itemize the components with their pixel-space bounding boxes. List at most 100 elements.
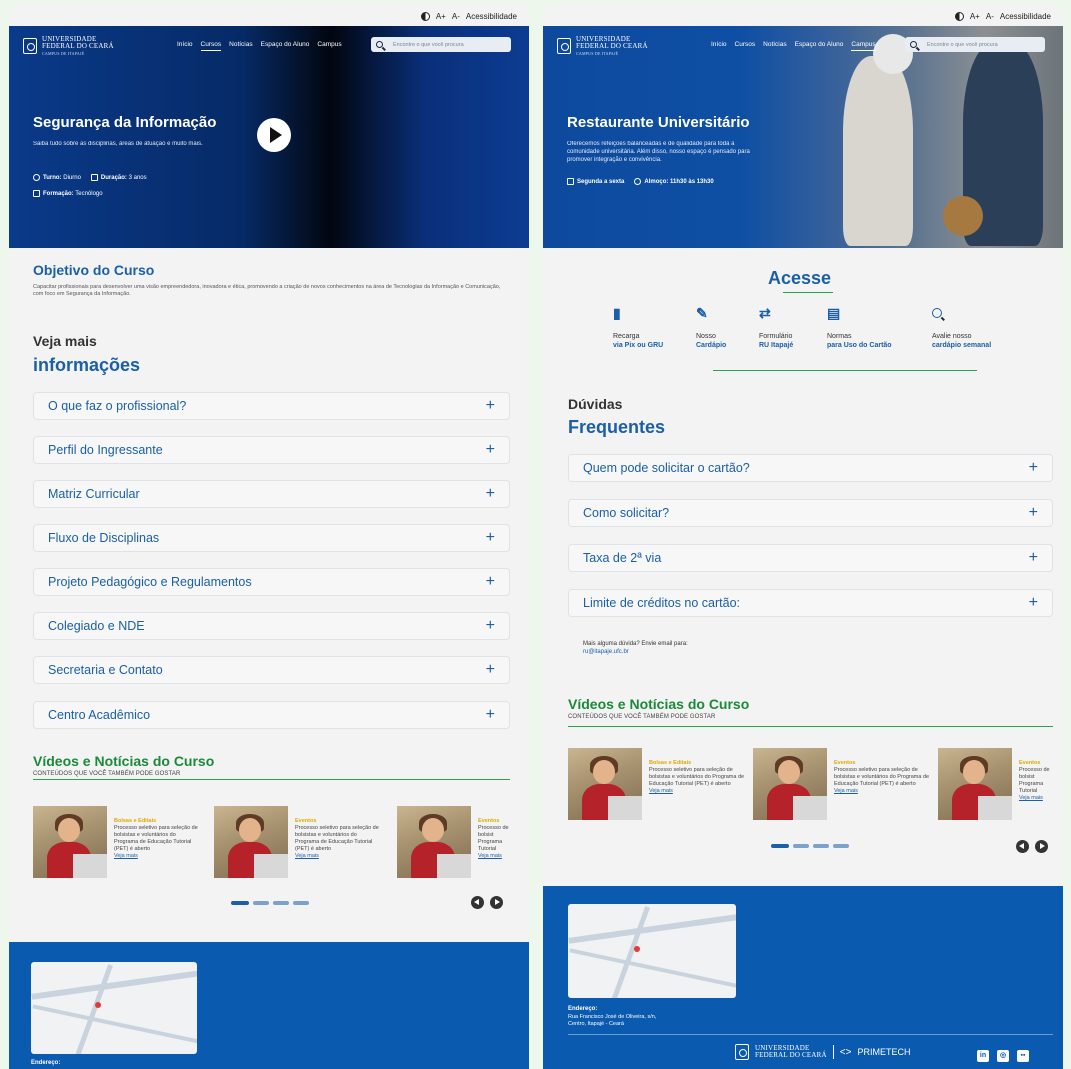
quick-link-normas[interactable]: Normas para Uso do Cartão [827, 332, 892, 350]
card-link[interactable]: Veja mais [478, 853, 518, 860]
play-video-button[interactable] [257, 118, 291, 152]
quick-link-recarga[interactable]: Recarga via Pix ou GRU [613, 332, 663, 350]
accordion-perfil[interactable]: Perfil do Ingressante + [33, 436, 510, 464]
nav-cursos[interactable]: Cursos [200, 41, 222, 51]
main-nav: UNIVERSIDADE FEDERAL DO CEARÁ CAMPUS DE … [9, 34, 529, 58]
card-text: Processo seletivo para seleção de bolsis… [834, 767, 930, 787]
contrast-icon[interactable] [420, 11, 430, 21]
contrast-icon[interactable] [954, 11, 964, 21]
edit-icon[interactable]: ✎ [696, 306, 710, 320]
nav-menu: Início Cursos Notícias Espaço do Aluno C… [711, 41, 876, 51]
accordion-como-solicitar[interactable]: Como solicitar? + [568, 499, 1053, 527]
logo-sub: CAMPUS DE ITAPAJÉ [576, 50, 619, 56]
card-link[interactable]: Veja mais [295, 853, 380, 860]
carousel-dot[interactable] [813, 844, 829, 848]
accordion-matriz[interactable]: Matriz Curricular + [33, 480, 510, 508]
quick-link-avalie[interactable]: Avalie nosso cardápio semanal [932, 332, 991, 350]
ufc-logo[interactable]: UNIVERSIDADE FEDERAL DO CEARÁ CAMPUS DE … [23, 35, 143, 57]
carousel-arrows [471, 896, 503, 909]
nav-noticias[interactable]: Notícias [763, 41, 786, 51]
nav-noticias[interactable]: Notícias [229, 41, 252, 51]
ufc-logo[interactable]: UNIVERSIDADE FEDERAL DO CEARÁ CAMPUS DE … [557, 35, 677, 57]
news-card[interactable]: Eventos Processo seletivo para seleção de… [214, 806, 380, 878]
plus-icon: + [485, 706, 495, 723]
accordion-quem-pode[interactable]: Quem pode solicitar o cartão? + [568, 454, 1053, 482]
card-link[interactable]: Veja mais [114, 853, 199, 860]
flickr-icon[interactable]: ▪▪ [1017, 1050, 1029, 1062]
nav-campus[interactable]: Campus [851, 41, 876, 51]
next-arrow-icon[interactable] [1035, 840, 1048, 853]
carousel-dots [771, 844, 849, 848]
main-nav: UNIVERSIDADE FEDERAL DO CEARÁ CAMPUS DE … [543, 34, 1063, 58]
font-decrease-button[interactable]: A- [986, 12, 994, 21]
nav-campus[interactable]: Campus [317, 41, 341, 51]
plus-icon: + [485, 397, 495, 414]
map-pin-icon [634, 946, 640, 952]
acesse-title: Acesse [768, 268, 832, 288]
card-text: Processo de bolsist Programa Tutorial [478, 825, 509, 852]
veja-mais-label: Veja mais [33, 333, 97, 349]
prev-arrow-icon[interactable] [471, 896, 484, 909]
carousel-dot[interactable] [273, 901, 289, 905]
carousel-dot[interactable] [253, 901, 269, 905]
news-subtitle: CONTEÚDOS QUE VOCÊ TAMBÉM PODE GOSTAR [33, 771, 181, 777]
book-reader-icon[interactable]: ▮ [613, 306, 627, 320]
carousel-dot[interactable] [231, 901, 249, 905]
plus-icon: + [1028, 504, 1038, 521]
map-embed[interactable] [568, 904, 736, 998]
search-input[interactable]: Encontre o que você procura [905, 37, 1045, 52]
ufc-crest-icon [23, 38, 37, 54]
accordion-taxa-2via[interactable]: Taxa de 2ª via + [568, 544, 1053, 572]
frequentes-title: Frequentes [568, 417, 666, 437]
accordion-profissional[interactable]: O que faz o profissional? + [33, 392, 510, 420]
plus-icon: + [485, 617, 495, 634]
nav-cursos[interactable]: Cursos [735, 41, 756, 51]
font-increase-button[interactable]: A+ [436, 12, 446, 21]
news-card[interactable]: Eventos Processo de bolsist Programa Tuto… [938, 748, 1059, 820]
quick-link-formulario[interactable]: Formulário RU Itapajé [759, 332, 793, 350]
instagram-icon[interactable]: ◎ [997, 1050, 1009, 1062]
font-decrease-button[interactable]: A- [452, 12, 460, 21]
quick-link-cardapio[interactable]: Nosso Cardápio [696, 332, 726, 350]
news-card[interactable]: Bolsas e Editais Processo seletivo para s… [568, 748, 747, 820]
font-increase-button[interactable]: A+ [970, 12, 980, 21]
news-card[interactable]: Bolsas e Editais Processo seletivo para s… [33, 806, 199, 878]
linkedin-icon[interactable]: in [977, 1050, 989, 1062]
accordion-fluxo[interactable]: Fluxo de Disciplinas + [33, 524, 510, 552]
carousel-dot[interactable] [293, 901, 309, 905]
search-icon[interactable] [932, 306, 946, 320]
guidelines-icon[interactable]: ▤ [827, 306, 841, 320]
prev-arrow-icon[interactable] [1016, 840, 1029, 853]
nav-espaco-aluno[interactable]: Espaço do Aluno [261, 41, 310, 51]
accessibility-link[interactable]: Acessibilidade [1000, 12, 1051, 21]
carousel-dot[interactable] [833, 844, 849, 848]
news-card[interactable]: Eventos Processo seletivo para seleção de… [753, 748, 932, 820]
card-link[interactable]: Veja mais [649, 788, 747, 795]
social-links: in ◎ ▪▪ [977, 1050, 1029, 1062]
card-text: Processo seletivo para seleção de bolsis… [114, 825, 198, 852]
accordion-centro-academico[interactable]: Centro Acadêmico + [33, 701, 510, 729]
card-link[interactable]: Veja mais [1019, 795, 1059, 802]
carousel-dot[interactable] [771, 844, 789, 848]
accordion-projeto[interactable]: Projeto Pedagógico e Regulamentos + [33, 568, 510, 596]
card-link[interactable]: Veja mais [834, 788, 932, 795]
carousel-dot[interactable] [793, 844, 809, 848]
accessibility-link[interactable]: Acessibilidade [466, 12, 517, 21]
accordion-colegiado[interactable]: Colegiado e NDE + [33, 612, 510, 640]
accessibility-bar: A+ A- Acessibilidade [9, 6, 529, 26]
plus-icon: + [485, 661, 495, 678]
map-embed[interactable] [31, 962, 197, 1054]
accordion-limite-creditos[interactable]: Limite de créditos no cartão: + [568, 589, 1053, 617]
swap-arrows-icon[interactable]: ⇄ [759, 306, 773, 320]
accordion-secretaria[interactable]: Secretaria e Contato + [33, 656, 510, 684]
nav-inicio[interactable]: Início [177, 41, 193, 51]
nav-inicio[interactable]: Início [711, 41, 727, 51]
nav-espaco-aluno[interactable]: Espaço do Aluno [795, 41, 844, 51]
acesse-divider [713, 370, 977, 371]
nav-menu: Início Cursos Notícias Espaço do Aluno C… [177, 41, 342, 51]
news-card[interactable]: Eventos Processo de bolsist Programa Tuto… [397, 806, 518, 878]
search-input[interactable]: Encontre o que você procura [371, 37, 511, 52]
news-divider [33, 779, 510, 780]
support-email-link[interactable]: ru@itapaje.ufc.br [583, 649, 629, 655]
next-arrow-icon[interactable] [490, 896, 503, 909]
